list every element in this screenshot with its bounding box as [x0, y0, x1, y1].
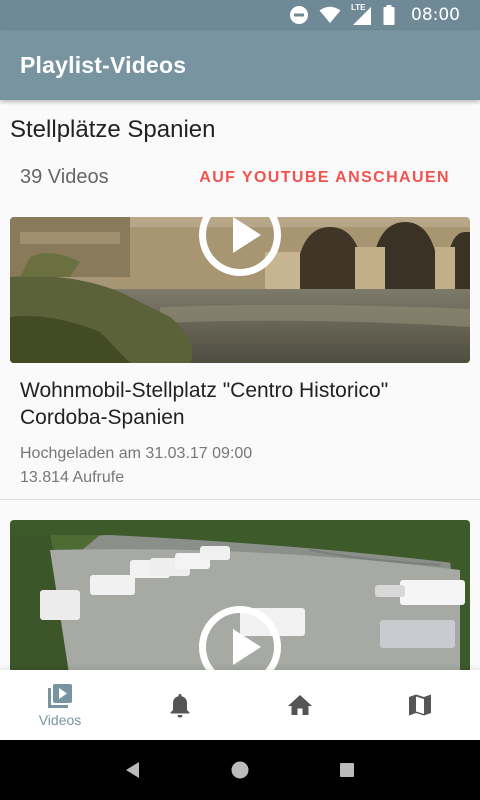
video-list[interactable]: Stellplätze Spanien 39 Videos AUF YOUTUB…: [0, 100, 480, 670]
do-not-disturb-icon: [290, 6, 308, 24]
nav-item-map[interactable]: [360, 670, 480, 740]
bottom-navigation: Videos: [0, 670, 480, 740]
video-card[interactable]: [0, 520, 480, 670]
map-icon: [409, 694, 431, 716]
page-title: Playlist-Videos: [20, 51, 187, 78]
video-thumbnail[interactable]: [10, 217, 470, 363]
home-icon: [288, 695, 312, 715]
signal-icon: [353, 7, 371, 25]
playlist-title: Stellplätze Spanien: [10, 116, 216, 143]
app-bar: Playlist-Videos: [0, 30, 480, 100]
divider: [0, 499, 480, 500]
video-thumbnail[interactable]: [10, 520, 470, 670]
video-title[interactable]: Wohnmobil-Stellplatz "Centro Historico" …: [20, 377, 460, 431]
bell-icon: [170, 694, 190, 718]
status-time: 08:00: [411, 5, 460, 25]
video-card[interactable]: Wohnmobil-Stellplatz "Centro Historico" …: [0, 217, 480, 499]
video-library-icon: [48, 683, 72, 708]
nav-item-notifications[interactable]: [120, 670, 240, 740]
lte-signal: LTE: [351, 3, 373, 25]
nav-item-videos[interactable]: Videos: [0, 670, 120, 740]
nav-item-home[interactable]: [240, 670, 360, 740]
recents-icon[interactable]: [337, 760, 357, 780]
battery-icon: [383, 5, 395, 25]
home-circle-icon[interactable]: [230, 760, 250, 780]
nav-label-videos: Videos: [38, 711, 82, 728]
upload-date: Hochgeladen am 31.03.17 09:00: [20, 445, 253, 462]
system-navigation-bar: [0, 740, 480, 800]
back-icon[interactable]: [123, 760, 143, 780]
status-bar: LTE 08:00: [0, 0, 480, 30]
watch-on-youtube-button[interactable]: AUF YOUTUBE ANSCHAUEN: [199, 169, 450, 187]
video-count: 39 Videos: [20, 166, 109, 188]
status-icons: LTE 08:00: [289, 3, 460, 25]
wifi-icon: [319, 6, 341, 23]
view-count: 13.814 Aufrufe: [20, 469, 125, 486]
